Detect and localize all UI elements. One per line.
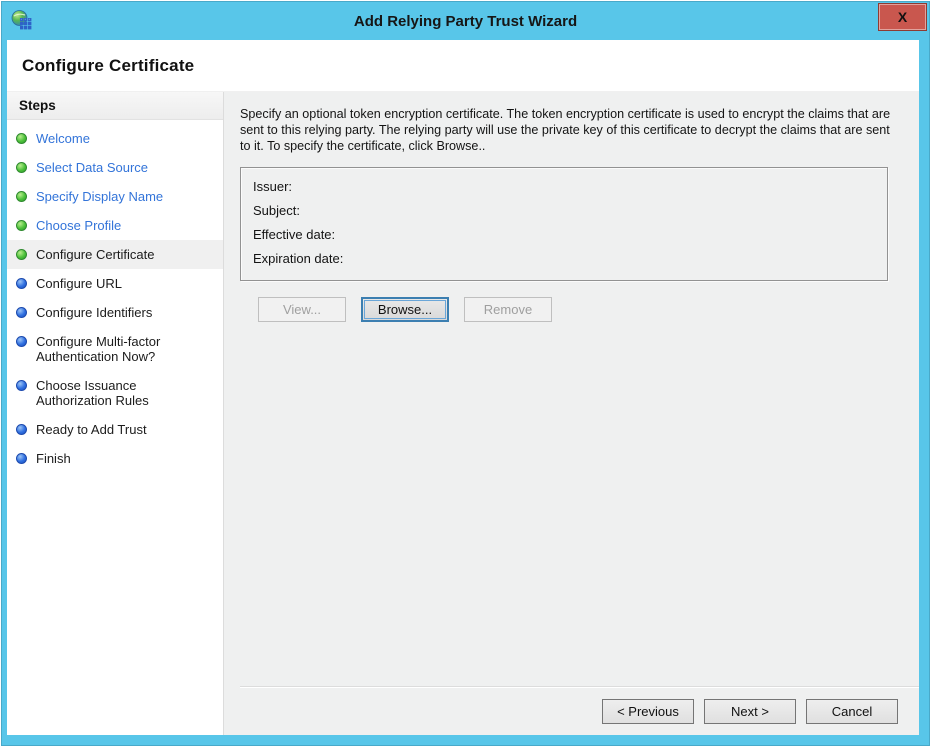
- adfs-app-icon: [10, 9, 34, 33]
- description-text: Specify an optional token encryption cer…: [240, 106, 902, 154]
- certificate-issuer-row: Issuer:: [253, 175, 875, 199]
- step-completed-icon: [16, 191, 27, 202]
- wizard-window: Add Relying Party Trust Wizard X Configu…: [1, 1, 930, 746]
- steps-sidebar: Steps Welcome Select Data Source Specify…: [7, 92, 224, 735]
- window-title: Add Relying Party Trust Wizard: [2, 13, 929, 30]
- step-finish: Finish: [7, 444, 223, 473]
- step-current-icon: [16, 249, 27, 260]
- step-welcome[interactable]: Welcome: [7, 124, 223, 153]
- browse-button[interactable]: Browse...: [361, 297, 449, 322]
- subject-label: Subject:: [253, 199, 300, 223]
- page-title: Configure Certificate: [22, 56, 194, 76]
- remove-button: Remove: [464, 297, 552, 322]
- step-configure-mfa: Configure Multi-factor Authentication No…: [7, 327, 223, 371]
- step-pending-icon: [16, 424, 27, 435]
- step-completed-icon: [16, 220, 27, 231]
- wizard-footer: < Previous Next > Cancel: [240, 686, 919, 735]
- titlebar: Add Relying Party Trust Wizard X: [2, 2, 929, 40]
- next-button[interactable]: Next >: [704, 699, 796, 724]
- dialog-body: Configure Certificate Steps Welcome Sele…: [7, 40, 919, 735]
- cancel-button[interactable]: Cancel: [806, 699, 898, 724]
- certificate-actions: View... Browse... Remove: [258, 297, 919, 322]
- step-pending-icon: [16, 453, 27, 464]
- previous-button[interactable]: < Previous: [602, 699, 694, 724]
- steps-list: Welcome Select Data Source Specify Displ…: [7, 120, 223, 473]
- step-select-data-source[interactable]: Select Data Source: [7, 153, 223, 182]
- issuer-label: Issuer:: [253, 175, 292, 199]
- step-pending-icon: [16, 380, 27, 391]
- step-configure-identifiers: Configure Identifiers: [7, 298, 223, 327]
- steps-header: Steps: [7, 92, 223, 120]
- step-configure-url: Configure URL: [7, 269, 223, 298]
- certificate-expiration-date-row: Expiration date:: [253, 247, 875, 271]
- step-pending-icon: [16, 336, 27, 347]
- certificate-subject-row: Subject:: [253, 199, 875, 223]
- step-configure-certificate: Configure Certificate: [7, 240, 223, 269]
- step-ready-to-add-trust: Ready to Add Trust: [7, 415, 223, 444]
- step-specify-display-name[interactable]: Specify Display Name: [7, 182, 223, 211]
- step-completed-icon: [16, 133, 27, 144]
- effective-date-label: Effective date:: [253, 223, 335, 247]
- view-button: View...: [258, 297, 346, 322]
- step-choose-issuance-rules: Choose Issuance Authorization Rules: [7, 371, 223, 415]
- close-button[interactable]: X: [878, 3, 927, 31]
- content-area: Steps Welcome Select Data Source Specify…: [7, 92, 919, 735]
- step-completed-icon: [16, 162, 27, 173]
- page-header: Configure Certificate: [7, 40, 919, 92]
- certificate-effective-date-row: Effective date:: [253, 223, 875, 247]
- certificate-details-box: Issuer: Subject: Effective date: Expirat…: [240, 167, 888, 281]
- expiration-date-label: Expiration date:: [253, 247, 343, 271]
- main-panel: Specify an optional token encryption cer…: [224, 92, 919, 735]
- step-pending-icon: [16, 278, 27, 289]
- step-choose-profile[interactable]: Choose Profile: [7, 211, 223, 240]
- step-pending-icon: [16, 307, 27, 318]
